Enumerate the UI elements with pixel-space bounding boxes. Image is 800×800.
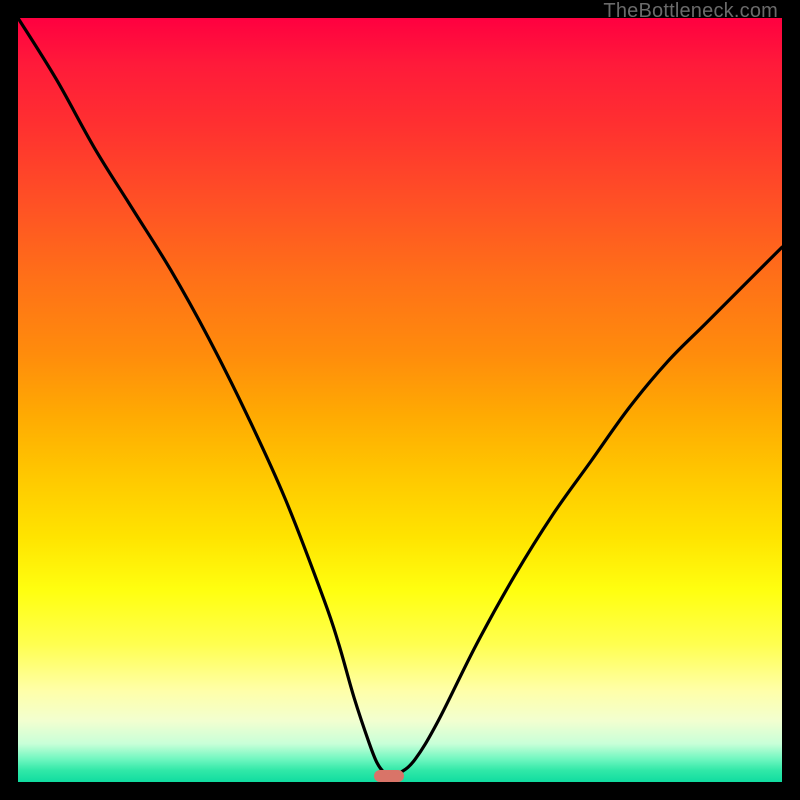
chart-plot-area xyxy=(18,18,782,782)
optimal-point-marker xyxy=(374,770,404,782)
watermark-text: TheBottleneck.com xyxy=(603,0,778,23)
chart-frame: TheBottleneck.com xyxy=(0,0,800,800)
bottleneck-curve xyxy=(18,18,782,782)
